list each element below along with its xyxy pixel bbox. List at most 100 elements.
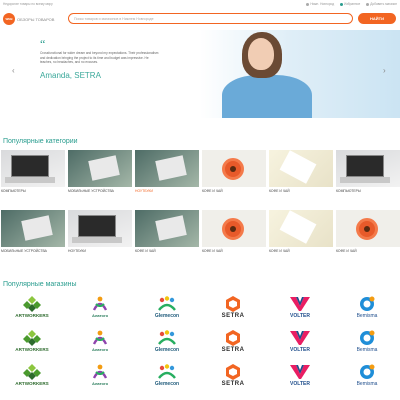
store-logo-vol[interactable]: VOLTER (270, 329, 330, 359)
store-name: Bemisma (356, 313, 378, 319)
category-card[interactable]: КОФЕ И ЧАЙ (269, 210, 333, 255)
category-card[interactable]: НОУТБУКИ (135, 150, 199, 195)
store-name: ARTWORKERS (15, 347, 49, 352)
store-name: ARTWORKERS (15, 313, 49, 318)
store-logo-gle[interactable]: Glemecon (137, 363, 197, 393)
logo-subtitle: ОБЗОРЫ ТОВАРОВ (17, 16, 55, 22)
category-image (269, 150, 333, 187)
art-logo-icon (23, 329, 41, 346)
category-image (202, 150, 266, 187)
store-logo-set[interactable]: SETRA (203, 329, 263, 359)
store-name: VOLTER (290, 381, 310, 387)
category-card[interactable]: МОБИЛЬНЫЕ УСТРОЙСТВА (1, 210, 65, 255)
store-logo-art[interactable]: ARTWORKERS (2, 363, 62, 393)
bem-logo-icon (359, 363, 375, 380)
store-name: SETRA (221, 381, 245, 387)
testimonial-photo (222, 30, 312, 118)
testimonial-text: Crossfunctional for wider dream and beyo… (40, 51, 159, 64)
store-name: Glemecon (154, 347, 180, 353)
art-logo-icon (23, 295, 41, 312)
site-logo[interactable]: WEB (3, 13, 15, 25)
ala-logo-icon (92, 329, 108, 346)
ala-logo-icon (92, 295, 108, 312)
category-label: КОФЕ И ЧАЙ (269, 189, 290, 193)
store-logo-bem[interactable]: Bemisma (337, 329, 397, 359)
category-card[interactable]: КОФЕ И ЧАЙ (202, 210, 266, 255)
store-name: SETRA (221, 313, 245, 319)
search-input[interactable]: Поиск товаров и магазинов в Нижнем Новго… (68, 13, 353, 24)
category-label: МОБИЛЬНЫЕ УСТРОЙСТВА (1, 249, 47, 253)
category-card[interactable]: КОМПЬЮТЕРЫ (1, 150, 65, 195)
top-bar: Недорогие товары по всему миру Нижн. Нов… (0, 0, 400, 8)
category-image (336, 150, 400, 187)
store-name: Bemisma (356, 347, 378, 353)
category-card[interactable]: КОФЕ И ЧАЙ (336, 210, 400, 255)
store-logo-art[interactable]: ARTWORKERS (2, 295, 62, 325)
store-logo-gle[interactable]: Glemecon (137, 295, 197, 325)
quote-icon: “ (40, 37, 46, 51)
store-logo-bem[interactable]: Bemisma (337, 295, 397, 325)
store-logo-ala[interactable]: Алатого (70, 329, 130, 359)
gle-logo-icon (157, 295, 177, 312)
category-label: НОУТБУКИ (135, 189, 153, 193)
store-name: ARTWORKERS (15, 381, 49, 386)
category-label: КОМПЬЮТЕРЫ (1, 189, 26, 193)
store-logo-art[interactable]: ARTWORKERS (2, 329, 62, 359)
category-card[interactable]: КОФЕ И ЧАЙ (269, 150, 333, 195)
testimonial-content: “ Crossfunctional for wider dream and be… (40, 37, 160, 80)
category-image (135, 210, 199, 247)
store-logo-set[interactable]: SETRA (203, 363, 263, 393)
testimonial-author: Amanda, SETRA (40, 70, 101, 80)
location-icon (306, 2, 310, 6)
slider-prev-icon[interactable]: ‹ (12, 66, 15, 75)
art-logo-icon (23, 363, 41, 380)
vol-logo-icon (290, 295, 310, 312)
heart-icon (340, 2, 344, 6)
store-name: Glemecon (154, 313, 180, 319)
category-label: КОФЕ И ЧАЙ (202, 249, 223, 253)
bem-logo-icon (359, 329, 375, 346)
vol-logo-icon (290, 329, 310, 346)
category-label: КОФЕ И ЧАЙ (135, 249, 156, 253)
search-button[interactable]: НАЙТИ (358, 13, 396, 24)
store-logo-ala[interactable]: Алатого (70, 295, 130, 325)
store-logo-gle[interactable]: Glemecon (137, 329, 197, 359)
gle-logo-icon (157, 329, 177, 346)
slider-next-icon[interactable]: › (383, 66, 386, 75)
gle-logo-icon (157, 363, 177, 380)
set-logo-icon (225, 295, 241, 312)
user-icon (366, 2, 370, 6)
store-logo-vol[interactable]: VOLTER (270, 363, 330, 393)
category-image (202, 210, 266, 247)
city-selector[interactable]: Нижн. Новгород (306, 2, 334, 6)
category-card[interactable]: МОБИЛЬНЫЕ УСТРОЙСТВА (68, 150, 132, 195)
category-card[interactable]: КОФЕ И ЧАЙ (135, 210, 199, 255)
store-logo-vol[interactable]: VOLTER (270, 295, 330, 325)
category-label: КОФЕ И ЧАЙ (336, 249, 357, 253)
store-logo-bem[interactable]: Bemisma (337, 363, 397, 393)
category-image (68, 150, 132, 187)
category-image (68, 210, 132, 247)
category-label: КОМПЬЮТЕРЫ (336, 189, 361, 193)
category-card[interactable]: КОМПЬЮТЕРЫ (336, 150, 400, 195)
category-card[interactable]: КОФЕ И ЧАЙ (202, 150, 266, 195)
stores-title: Популярные магазины (3, 281, 77, 288)
category-image (336, 210, 400, 247)
add-store-link[interactable]: Добавить магазин (366, 2, 397, 6)
vol-logo-icon (290, 363, 310, 380)
store-name: Алатого (91, 313, 109, 318)
store-name: Алатого (91, 347, 109, 352)
store-logo-set[interactable]: SETRA (203, 295, 263, 325)
category-label: МОБИЛЬНЫЕ УСТРОЙСТВА (68, 189, 114, 193)
store-name: VOLTER (290, 347, 310, 353)
category-image (1, 210, 65, 247)
store-logo-ala[interactable]: Алатого (70, 363, 130, 393)
store-name: Алатого (91, 381, 109, 386)
favorites-link[interactable]: Избранное (340, 2, 360, 6)
category-card[interactable]: НОУТБУКИ (68, 210, 132, 255)
bem-logo-icon (359, 295, 375, 312)
categories-title: Популярные категории (3, 138, 78, 145)
category-image (1, 150, 65, 187)
category-image (269, 210, 333, 247)
category-label: КОФЕ И ЧАЙ (202, 189, 223, 193)
